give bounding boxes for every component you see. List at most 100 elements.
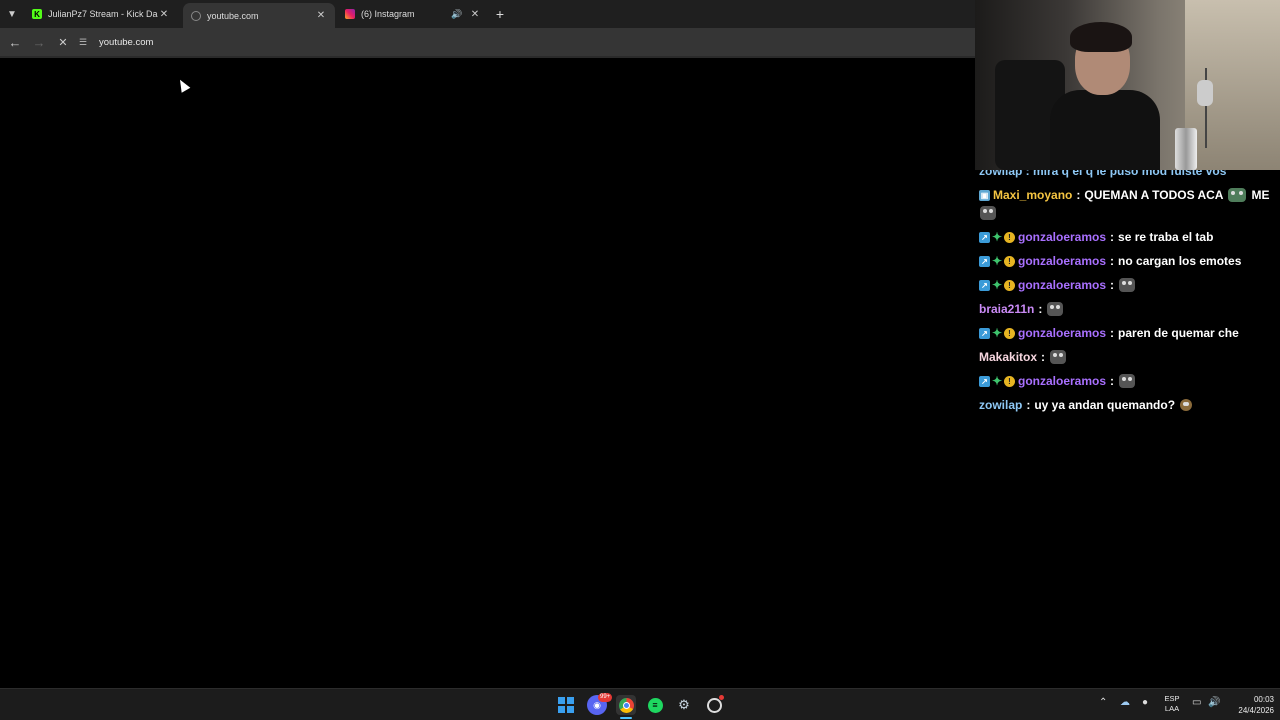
active-app-indicator [620, 717, 632, 719]
energy-drink-can [1175, 128, 1197, 170]
chat-username: zowilap [979, 398, 1023, 412]
discord-notification-badge: 99+ [598, 693, 613, 702]
chat-text: paren de quemar che [1118, 326, 1239, 340]
skull-emote-icon [1119, 374, 1136, 388]
sparkle-badge-icon: ✦ [991, 278, 1003, 292]
language-indicator[interactable]: ESP LAA [1160, 694, 1184, 714]
steam-icon[interactable]: ⚙ [674, 695, 694, 715]
close-icon[interactable]: ✕ [315, 10, 327, 21]
tab-kick-dashboard[interactable]: K JulianPz7 Stream - Kick Dashboard ✕ [24, 0, 178, 28]
chat-message-continuation [979, 206, 996, 220]
instagram-logo-icon [345, 9, 355, 19]
forward-button[interactable]: → [27, 28, 51, 56]
close-icon[interactable]: ✕ [158, 9, 170, 20]
moderator-badge-icon: ↗ [979, 231, 990, 243]
back-button[interactable]: ← [3, 28, 27, 56]
chrome-icon[interactable] [616, 695, 636, 715]
chevron-down-icon: ▼ [7, 8, 17, 20]
onedrive-icon[interactable]: ☁ [1120, 697, 1130, 708]
chat-username: Makakitox [979, 350, 1038, 364]
tab-youtube[interactable]: youtube.com ✕ [183, 3, 335, 28]
plus-icon: + [495, 6, 505, 22]
chat-username: braia211n [979, 302, 1035, 316]
microphone [1197, 80, 1213, 106]
site-settings-icon[interactable]: ☰ [79, 37, 95, 48]
chat-message: ↗ ✦! gonzaloeramos : [979, 278, 1136, 292]
chat-text: se re traba el tab [1118, 230, 1214, 244]
moderator-badge-icon: ↗ [979, 279, 990, 291]
skull-emote-icon [1119, 278, 1136, 292]
chat-text: no cargan los emotes [1118, 254, 1242, 268]
chat-username: gonzaloeramos [1018, 374, 1107, 388]
address-bar[interactable]: ☰ youtube.com [79, 31, 153, 53]
moderator-badge-icon: ↗ [979, 375, 990, 387]
webcam-feed [975, 0, 1280, 170]
kick-logo-icon: K [32, 9, 42, 19]
chat-separator: : [1110, 278, 1115, 292]
stop-loading-button[interactable]: ✕ [51, 28, 75, 56]
gift-badge-icon: ! [1004, 231, 1015, 243]
chat-overlay: zowilap : mira q el q le puso mod fuiste… [975, 170, 1280, 430]
gift-badge-icon: ! [1004, 255, 1015, 267]
chat-message: Makakitox : [979, 350, 1067, 364]
tab-title: JulianPz7 Stream - Kick Dashboard [48, 9, 158, 19]
chat-separator: : [1026, 398, 1031, 412]
chat-message: ↗ ✦! gonzaloeramos : se re traba el tab [979, 230, 1213, 244]
close-icon: ✕ [58, 36, 68, 49]
browser-toolbar: ← → ✕ ☰ youtube.com [0, 28, 975, 56]
skull-emote-icon [1050, 350, 1067, 364]
chat-text: QUEMAN A TODOS ACA [1084, 188, 1224, 202]
clock-date: 24/4/2026 [1238, 706, 1274, 715]
streamer-figure [1045, 20, 1160, 170]
waving-emote-icon [1180, 399, 1193, 411]
volume-icon[interactable]: 🔊 [1208, 697, 1220, 708]
obs-icon[interactable] [704, 695, 724, 715]
gift-badge-icon: ! [1004, 279, 1015, 291]
screen: ▼ K JulianPz7 Stream - Kick Dashboard ✕ … [0, 0, 1280, 720]
chevron-up-icon[interactable]: ⌃ [1099, 697, 1107, 708]
clock[interactable]: 00:03 24/4/2026 [1222, 694, 1274, 716]
chat-separator: : [1038, 302, 1043, 316]
gift-badge-icon: ! [1004, 375, 1015, 387]
chat-text: uy ya andan quemando? [1034, 398, 1176, 412]
chat-username: gonzaloeramos [1018, 230, 1107, 244]
chat-message: ↗ ✦! gonzaloeramos : [979, 374, 1136, 388]
windows-start-icon[interactable] [557, 696, 575, 714]
skull-emote-icon [980, 206, 996, 220]
spotify-icon[interactable]: ≡ [645, 695, 665, 715]
tab-instagram[interactable]: (6) Instagram 🔊 ✕ [337, 0, 489, 28]
new-tab-button[interactable]: + [489, 0, 511, 28]
tab-title: youtube.com [207, 10, 259, 21]
sparkle-badge-icon: ✦ [991, 374, 1003, 388]
frog-emote-icon [1228, 188, 1247, 202]
chat-message: zowilap : uy ya andan quemando? [979, 398, 1193, 412]
chat-username: gonzaloeramos [1018, 326, 1107, 340]
recording-dot-icon [719, 695, 724, 700]
chat-username: gonzaloeramos [1018, 254, 1107, 268]
network-icon[interactable]: ▭ [1192, 697, 1201, 708]
skull-emote-icon [1047, 302, 1064, 316]
microphone-icon[interactable]: ● [1142, 697, 1148, 708]
tab-search-button[interactable]: ▼ [0, 0, 24, 28]
chat-separator: : [1041, 350, 1046, 364]
chat-separator: : [1076, 188, 1081, 202]
chat-text-suffix: ME [1251, 188, 1270, 202]
loading-globe-icon [191, 10, 201, 21]
chat-separator: : [1110, 374, 1115, 388]
sparkle-badge-icon: ✦ [991, 230, 1003, 244]
page-content[interactable] [0, 58, 975, 688]
speaker-icon[interactable]: 🔊 [451, 9, 463, 20]
gift-badge-icon: ! [1004, 327, 1015, 339]
chat-message: ▣ Maxi_moyano : QUEMAN A TODOS ACA ME [979, 188, 1269, 202]
close-icon[interactable]: ✕ [469, 9, 481, 20]
address-text: youtube.com [99, 36, 154, 48]
sparkle-badge-icon: ✦ [991, 326, 1003, 340]
chat-message: ↗ ✦! gonzaloeramos : paren de quemar che [979, 326, 1239, 340]
chat-message: ↗ ✦! gonzaloeramos : no cargan los emotes [979, 254, 1241, 268]
clock-time: 00:03 [1253, 695, 1274, 704]
taskbar: ◉ 99+ ≡ ⚙ ⌃ ☁ ● ESP LAA ▭ 🔊 00:03 24/4/2… [0, 688, 1280, 720]
moderator-badge-icon: ↗ [979, 327, 990, 339]
moderator-badge-icon: ↗ [979, 255, 990, 267]
chat-username: gonzaloeramos [1018, 278, 1107, 292]
chat-username: Maxi_moyano [993, 188, 1073, 202]
